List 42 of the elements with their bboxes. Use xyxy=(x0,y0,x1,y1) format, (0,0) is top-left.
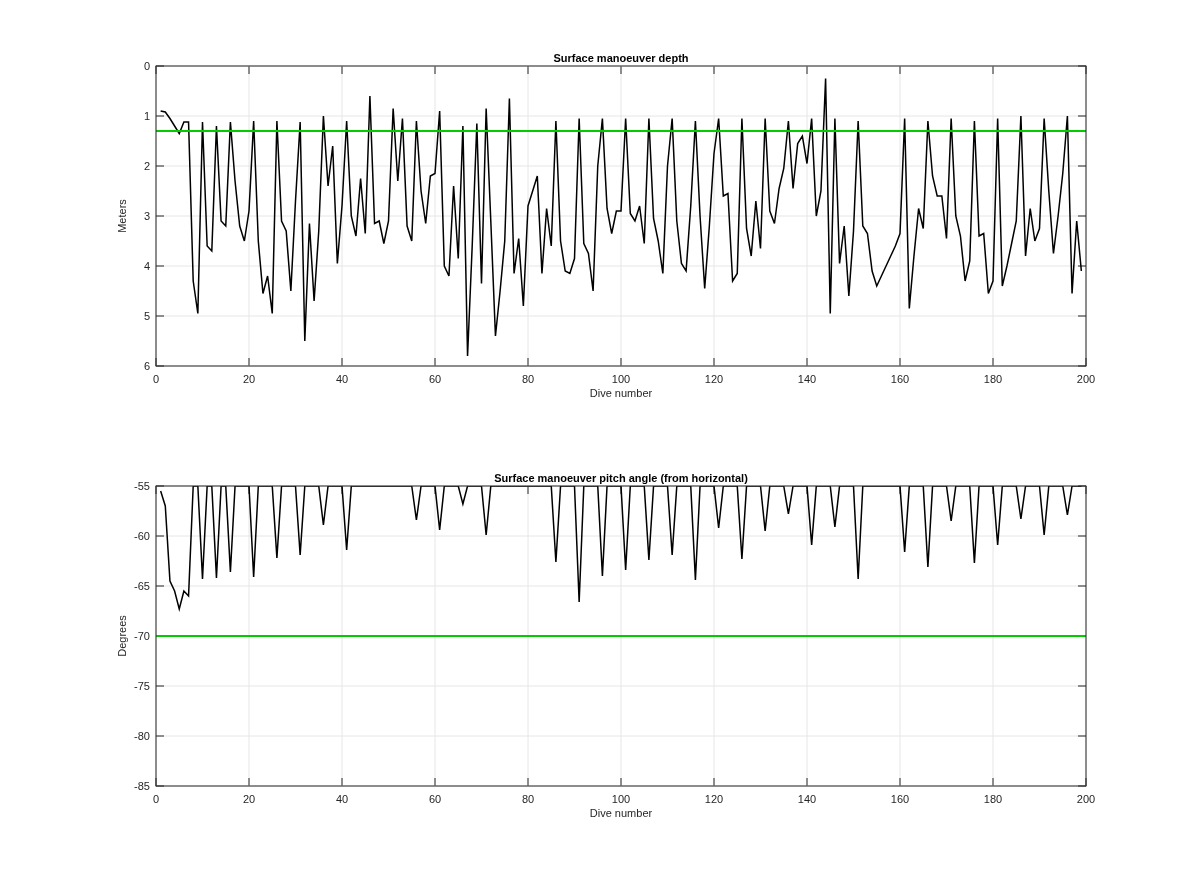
axis-label: Meters xyxy=(116,199,128,233)
tick-label: 140 xyxy=(797,793,817,805)
tick-label: 160 xyxy=(890,793,910,805)
tick-label: 100 xyxy=(611,373,631,385)
tick-label: 160 xyxy=(890,373,910,385)
tick-label: 5 xyxy=(143,310,150,322)
tick-label: -80 xyxy=(134,730,150,742)
tick-label: 40 xyxy=(335,373,349,385)
tick-label: 20 xyxy=(242,793,256,805)
chart-title: Surface manoeuver pitch angle (from horizontal) xyxy=(494,472,748,484)
tick-label: 2 xyxy=(143,160,150,172)
chart-title: Surface manoeuver depth xyxy=(553,52,689,64)
tick-label: 80 xyxy=(521,793,535,805)
axis-label: Dive number xyxy=(589,387,653,399)
tick-label: -70 xyxy=(134,630,150,642)
tick-label: 200 xyxy=(1076,793,1096,805)
tick-label: 180 xyxy=(983,793,1003,805)
tick-label: 60 xyxy=(428,793,442,805)
tick-label: 0 xyxy=(143,60,150,72)
tick-label: 120 xyxy=(704,373,724,385)
tick-label: -55 xyxy=(134,480,150,492)
tick-label: 0 xyxy=(152,793,160,805)
tick-label: 0 xyxy=(152,373,160,385)
tick-label: 20 xyxy=(242,373,256,385)
tick-label: 3 xyxy=(143,210,150,222)
tick-label: 100 xyxy=(611,793,631,805)
axis-label: Degrees xyxy=(116,615,128,657)
axis-label: Dive number xyxy=(589,807,653,819)
tick-label: 4 xyxy=(143,260,150,272)
tick-label: 60 xyxy=(428,373,442,385)
tick-label: -65 xyxy=(134,580,150,592)
tick-label: -85 xyxy=(134,780,150,792)
tick-label: 40 xyxy=(335,793,349,805)
tick-label: 1 xyxy=(143,110,150,122)
tick-label: -60 xyxy=(134,530,150,542)
tick-label: 180 xyxy=(983,373,1003,385)
tick-label: 120 xyxy=(704,793,724,805)
tick-label: 6 xyxy=(143,360,150,372)
tick-label: 140 xyxy=(797,373,817,385)
tick-label: -75 xyxy=(134,680,150,692)
tick-label: 200 xyxy=(1076,373,1096,385)
tick-label: 80 xyxy=(521,373,535,385)
